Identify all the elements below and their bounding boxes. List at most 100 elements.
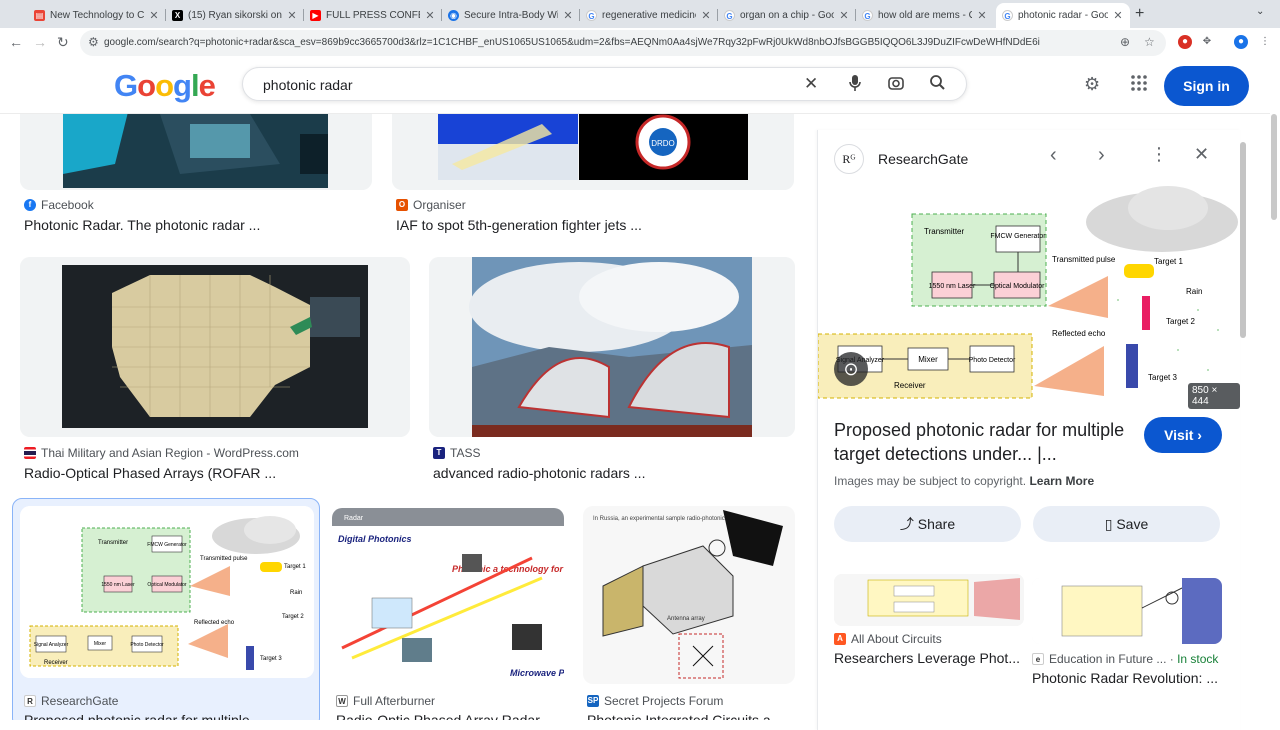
forward-icon[interactable]: → <box>33 34 47 50</box>
browser-tab[interactable]: G regenerative medicine - G ✕ <box>580 4 718 26</box>
visit-button[interactable]: Visit › <box>1144 417 1222 453</box>
svg-text:Transmitter: Transmitter <box>98 540 128 546</box>
settings-gear-icon[interactable]: ⚙ <box>1084 74 1100 95</box>
browser-menu-icon[interactable]: ⋮ <box>1258 35 1272 49</box>
extension-red-icon[interactable]: ● <box>1178 35 1192 49</box>
search-icon[interactable] <box>929 74 946 96</box>
svg-text:Rain: Rain <box>1186 287 1202 296</box>
result-source: TASS <box>450 446 481 460</box>
apps-grid-icon[interactable] <box>1130 74 1148 97</box>
browser-tab[interactable]: ◉ Secure Intra-Body Wirele ✕ <box>442 4 580 26</box>
site-icon: ◉ <box>448 9 459 21</box>
close-icon[interactable]: ✕ <box>1112 9 1124 22</box>
page-scrollbar[interactable] <box>1271 114 1277 220</box>
image-dimensions: 850 × 444 <box>1188 383 1240 409</box>
browser-tab[interactable]: G how old are mems - Goo ✕ <box>856 4 994 26</box>
sign-in-button[interactable]: Sign in <box>1164 66 1249 106</box>
result-title[interactable]: Photonic Integrated Circuits a ... <box>587 712 795 720</box>
more-options-icon[interactable]: ⋮ <box>1150 144 1168 165</box>
close-icon[interactable]: ✕ <box>838 9 850 22</box>
reload-icon[interactable]: ↻ <box>57 34 69 51</box>
result-source: ResearchGate <box>41 694 119 708</box>
preview-image[interactable]: Transmitter FMCW Generator 1550 nm Laser… <box>817 180 1240 404</box>
result-thumbnail[interactable] <box>20 114 372 190</box>
svg-text:Rain: Rain <box>290 590 302 596</box>
back-icon[interactable]: ← <box>9 34 23 50</box>
drdo-emblem-text: DRDO <box>651 139 675 148</box>
result-thumbnail[interactable]: DRDO <box>392 114 794 190</box>
next-chevron-icon[interactable]: › <box>1098 144 1105 167</box>
copyright-notice: Images may be subject to copyright. Lear… <box>834 474 1095 488</box>
result-title[interactable]: IAF to spot 5th-generation fighter jets … <box>396 217 791 233</box>
google-logo[interactable]: Google <box>114 68 216 104</box>
related-thumbnail[interactable] <box>1032 578 1222 644</box>
image-result[interactable]: In Russia, an experimental sample radio-… <box>583 506 795 720</box>
panel-source-name[interactable]: ResearchGate <box>878 151 968 167</box>
extensions-icon[interactable]: ✥ <box>1200 35 1214 49</box>
all-about-circuits-icon: A <box>834 633 846 645</box>
image-result[interactable]: DRDO O Organiser IAF to spot 5th-generat… <box>392 114 794 234</box>
profile-icon[interactable]: ● <box>1234 35 1248 49</box>
result-title[interactable]: advanced radio-photonic radars ... <box>433 465 793 481</box>
save-button[interactable]: ▯ Save <box>1033 506 1220 542</box>
close-icon[interactable]: ✕ <box>148 9 160 22</box>
site-info-icon[interactable]: ⚙ <box>88 35 99 49</box>
lens-search-icon[interactable]: ⊙ <box>834 352 868 386</box>
image-result[interactable]: f Facebook Photonic Radar. The photonic … <box>20 114 372 234</box>
result-thumbnail[interactable]: In Russia, an experimental sample radio-… <box>583 506 795 684</box>
google-doc-icon: ▤ <box>34 9 45 21</box>
related-title[interactable]: Photonic Radar Revolution: ... <box>1032 670 1228 686</box>
browser-tab[interactable]: X (15) Ryan sikorski on X: "C ✕ <box>166 4 304 26</box>
browser-tab[interactable]: G organ on a chip - Google ✕ <box>718 4 856 26</box>
svg-text:Target 3: Target 3 <box>1148 373 1177 382</box>
tab-strip: ▤ New Technology to Contr ✕ X (15) Ryan … <box>0 0 1280 28</box>
result-thumbnail[interactable]: Transmitter FMCW Generator 1550 nm Laser… <box>20 506 314 678</box>
svg-text:Target 2: Target 2 <box>282 614 304 620</box>
result-thumbnail[interactable] <box>20 257 410 437</box>
search-box[interactable]: photonic radar ✕ <box>242 67 967 101</box>
secret-projects-icon: SP <box>587 695 599 707</box>
browser-tab[interactable]: ▤ New Technology to Contr ✕ <box>28 4 166 26</box>
close-icon[interactable]: ✕ <box>700 9 712 22</box>
tab-search-icon[interactable]: ⌄ <box>1256 6 1264 17</box>
previous-chevron-icon[interactable]: ‹ <box>1050 144 1057 167</box>
browser-tab[interactable]: ▶ FULL PRESS CONFERENCE ✕ <box>304 4 442 26</box>
share-button[interactable]: ⤴ Share <box>834 506 1021 542</box>
result-thumbnail[interactable]: Radar Digital Photonics Photonic a techn… <box>332 508 564 684</box>
browser-tab-active[interactable]: G photonic radar - Google ✕ <box>996 3 1130 28</box>
image-result[interactable]: Radar Digital Photonics Photonic a techn… <box>332 506 564 720</box>
image-result[interactable]: T TASS advanced radio-photonic radars ..… <box>429 257 795 483</box>
thumb-radar-tag: Radar <box>344 515 364 522</box>
image-result[interactable]: Thai Military and Asian Region - WordPre… <box>20 257 410 483</box>
clear-icon[interactable]: ✕ <box>804 74 818 94</box>
result-title[interactable]: Proposed photonic radar for multiple ... <box>24 712 314 720</box>
result-title[interactable]: Radio-Optic Phased Array Radar ... <box>336 712 564 720</box>
related-thumbnail[interactable] <box>834 574 1024 626</box>
result-title[interactable]: Photonic Radar. The photonic radar ... <box>24 217 369 233</box>
close-panel-icon[interactable]: ✕ <box>1194 144 1209 165</box>
image-result-selected[interactable]: Transmitter FMCW Generator 1550 nm Laser… <box>20 506 314 720</box>
lens-camera-icon[interactable] <box>887 74 905 97</box>
result-thumbnail[interactable] <box>429 257 795 437</box>
svg-text:Transmitter: Transmitter <box>924 227 964 236</box>
panel-scrollbar[interactable] <box>1240 142 1246 338</box>
google-icon: G <box>862 9 873 21</box>
close-icon[interactable]: ✕ <box>562 9 574 22</box>
related-image[interactable]: e Education in Future ... · In stock Pho… <box>1032 574 1228 686</box>
result-source: Facebook <box>41 198 94 212</box>
new-tab-icon[interactable]: + <box>1135 5 1144 23</box>
search-input[interactable]: photonic radar <box>263 77 353 93</box>
address-bar[interactable]: ⚙ google.com/search?q=photonic+radar&sca… <box>80 30 1166 56</box>
close-icon[interactable]: ✕ <box>976 9 988 22</box>
close-icon[interactable]: ✕ <box>424 9 436 22</box>
learn-more-link[interactable]: Learn More <box>1029 474 1094 488</box>
bookmark-star-icon[interactable]: ☆ <box>1144 35 1155 49</box>
related-title[interactable]: Researchers Leverage Phot... <box>834 650 1022 666</box>
preview-title[interactable]: Proposed photonic radar for multiple tar… <box>834 418 1144 466</box>
close-icon[interactable]: ✕ <box>286 9 298 22</box>
full-afterburner-icon: W <box>336 695 348 707</box>
result-title[interactable]: Radio-Optical Phased Arrays (ROFAR ... <box>24 465 409 481</box>
zoom-icon[interactable]: ⊕ <box>1120 35 1130 49</box>
related-image[interactable]: A All About Circuits Researchers Leverag… <box>834 574 1024 674</box>
microphone-icon[interactable] <box>848 74 862 97</box>
